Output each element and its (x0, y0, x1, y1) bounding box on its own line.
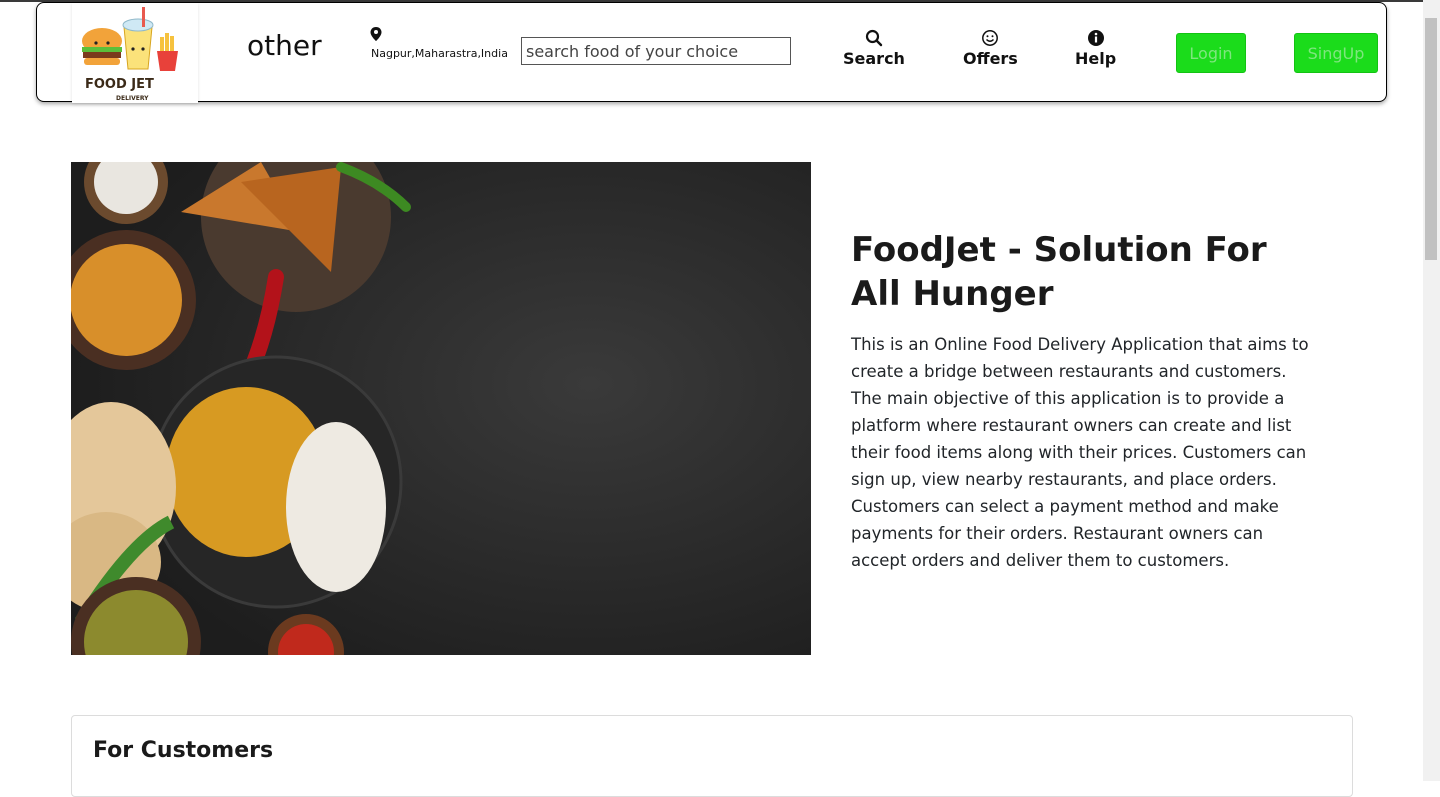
smiley-icon (982, 30, 999, 46)
for-customers-title: For Customers (93, 738, 274, 763)
info-icon (1087, 30, 1104, 46)
location-pin-icon (370, 27, 382, 41)
nav-help-label: Help (1075, 49, 1117, 68)
search-icon (865, 29, 883, 47)
svg-text:FOOD JET: FOOD JET (85, 77, 154, 92)
hero-description: This is an Online Food Delivery Applicat… (851, 335, 1309, 570)
nav-search[interactable]: Search (843, 29, 905, 68)
search-input[interactable] (521, 37, 791, 65)
hero-food-image (71, 162, 811, 655)
nav-help[interactable]: Help (1075, 29, 1116, 68)
for-customers-card: For Customers (71, 715, 1353, 797)
signup-button[interactable]: SingUp (1294, 33, 1378, 73)
nav-search-label: Search (843, 49, 905, 68)
hero-title: FoodJet - Solution For All Hunger (851, 230, 1267, 314)
nav-offers[interactable]: Offers (963, 29, 1018, 68)
nav-offers-label: Offers (963, 49, 1018, 68)
food-jet-logo[interactable]: FOOD JET DELIVERY (72, 3, 198, 103)
brand-text: other (247, 29, 322, 62)
svg-text:DELIVERY: DELIVERY (116, 95, 149, 102)
navbar: FOOD JET DELIVERY other Nagpur,Maharastr… (36, 2, 1387, 103)
page-scrollbar[interactable] (1423, 0, 1440, 781)
location-text: Nagpur,Maharastra,India (371, 47, 508, 60)
scrollbar-thumb[interactable] (1425, 18, 1437, 260)
login-button[interactable]: Login (1176, 33, 1246, 73)
